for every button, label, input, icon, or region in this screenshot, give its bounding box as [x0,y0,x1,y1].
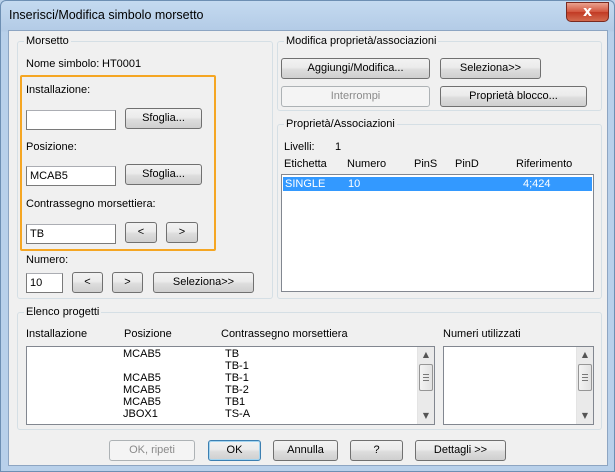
numero-seleziona-button[interactable]: Seleziona>> [153,272,254,293]
livelli-label: Livelli: [284,141,315,153]
numeri-utilizzati-list[interactable]: ▲ ▼ [443,346,594,425]
col-contrassegno: Contrassegno morsettiera [221,328,348,340]
installazione-input[interactable] [26,110,116,130]
scroll-thumb[interactable] [419,364,433,391]
col-installazione: Installazione [26,328,88,340]
item-posizione: MCAB5 [123,384,161,396]
scroll-down-icon[interactable]: ▼ [418,408,434,424]
aggiungi-modifica-button[interactable]: Aggiungi/Modifica... [281,58,430,79]
col-posizione: Posizione [124,328,172,340]
numero-label: Numero: [26,254,69,266]
col-riferimento[interactable]: Riferimento [516,158,572,170]
scroll-up-icon[interactable]: ▲ [418,347,434,363]
item-contrassegno: TB-2 [225,384,249,396]
numeri-utilizzati-label: Numeri utilizzati [443,328,521,340]
item-contrassegno: TS-A [225,408,251,420]
scroll-thumb[interactable] [578,364,592,391]
table-row[interactable]: SINGLE 10 4;424 [283,177,592,191]
ok-button[interactable]: OK [208,440,261,461]
col-pins[interactable]: PinS [414,158,437,170]
modifica-seleziona-button[interactable]: Seleziona>> [440,58,541,79]
close-icon: x [582,4,593,20]
dialog-client: Morsetto Nome simbolo: HT0001 Installazi… [8,30,608,466]
installazione-browse-button[interactable]: Sfoglia... [125,108,202,129]
associazioni-list[interactable]: SINGLE 10 4;424 [281,174,594,292]
contrassegno-input[interactable]: TB [26,224,116,244]
installazione-label: Installazione: [26,84,91,96]
item-contrassegno: TB-1 [225,360,249,372]
posizione-browse-button[interactable]: Sfoglia... [125,164,202,185]
progetti-list[interactable]: MCAB5 TB TB-1 MCAB5 TB-1 MCAB5 TB-2 MCAB… [26,346,435,425]
dettagli-button[interactable]: Dettagli >> [415,440,506,461]
morsetto-group-label: Morsetto [24,35,71,47]
help-button[interactable]: ? [350,440,403,461]
item-contrassegno: TB1 [225,396,246,408]
title-bar[interactable]: Inserisci/Modifica simbolo morsetto x [1,1,614,31]
ok-ripeti-button[interactable]: OK, ripeti [109,440,195,461]
col-etichetta[interactable]: Etichetta [284,158,327,170]
annulla-button[interactable]: Annulla [273,440,338,461]
col-numero[interactable]: Numero [347,158,386,170]
row-riferimento: 4;424 [523,178,551,190]
proprieta-blocco-button[interactable]: Proprietà blocco... [440,86,587,107]
scroll-down-icon[interactable]: ▼ [577,408,593,424]
modifica-group-label: Modifica proprietà/associazioni [284,35,439,47]
item-contrassegno: TB [225,348,240,360]
dialog-window: Inserisci/Modifica simbolo morsetto x Mo… [0,0,615,472]
nome-simbolo-value: HT0001 [102,58,142,70]
window-title: Inserisci/Modifica simbolo morsetto [9,8,204,22]
nome-simbolo-label: Nome simbolo: [26,58,100,70]
row-etichetta: SINGLE [285,178,326,190]
posizione-input[interactable]: MCAB5 [26,166,116,186]
contrassegno-label: Contrassegno morsettiera: [26,198,156,210]
proprieta-group-label: Proprietà/Associazioni [284,118,397,130]
item-posizione: MCAB5 [123,372,161,384]
numero-next-button[interactable]: > [112,272,143,293]
numero-prev-button[interactable]: < [72,272,103,293]
item-contrassegno: TB-1 [225,372,249,384]
elenco-progetti-label: Elenco progetti [24,306,102,318]
col-pind[interactable]: PinD [455,158,479,170]
scroll-up-icon[interactable]: ▲ [577,347,593,363]
numeri-scrollbar[interactable]: ▲ ▼ [576,347,593,424]
item-posizione: JBOX1 [123,408,158,420]
close-button[interactable]: x [566,2,609,22]
posizione-label: Posizione: [26,141,77,153]
row-numero: 10 [348,178,361,190]
interrompi-button[interactable]: Interrompi [281,86,430,107]
progetti-scrollbar[interactable]: ▲ ▼ [417,347,434,424]
item-posizione: MCAB5 [123,396,161,408]
numero-input[interactable]: 10 [26,273,63,293]
contrassegno-prev-button[interactable]: < [125,222,157,243]
contrassegno-next-button[interactable]: > [166,222,198,243]
livelli-value: 1 [335,141,342,153]
item-posizione: MCAB5 [123,348,161,360]
